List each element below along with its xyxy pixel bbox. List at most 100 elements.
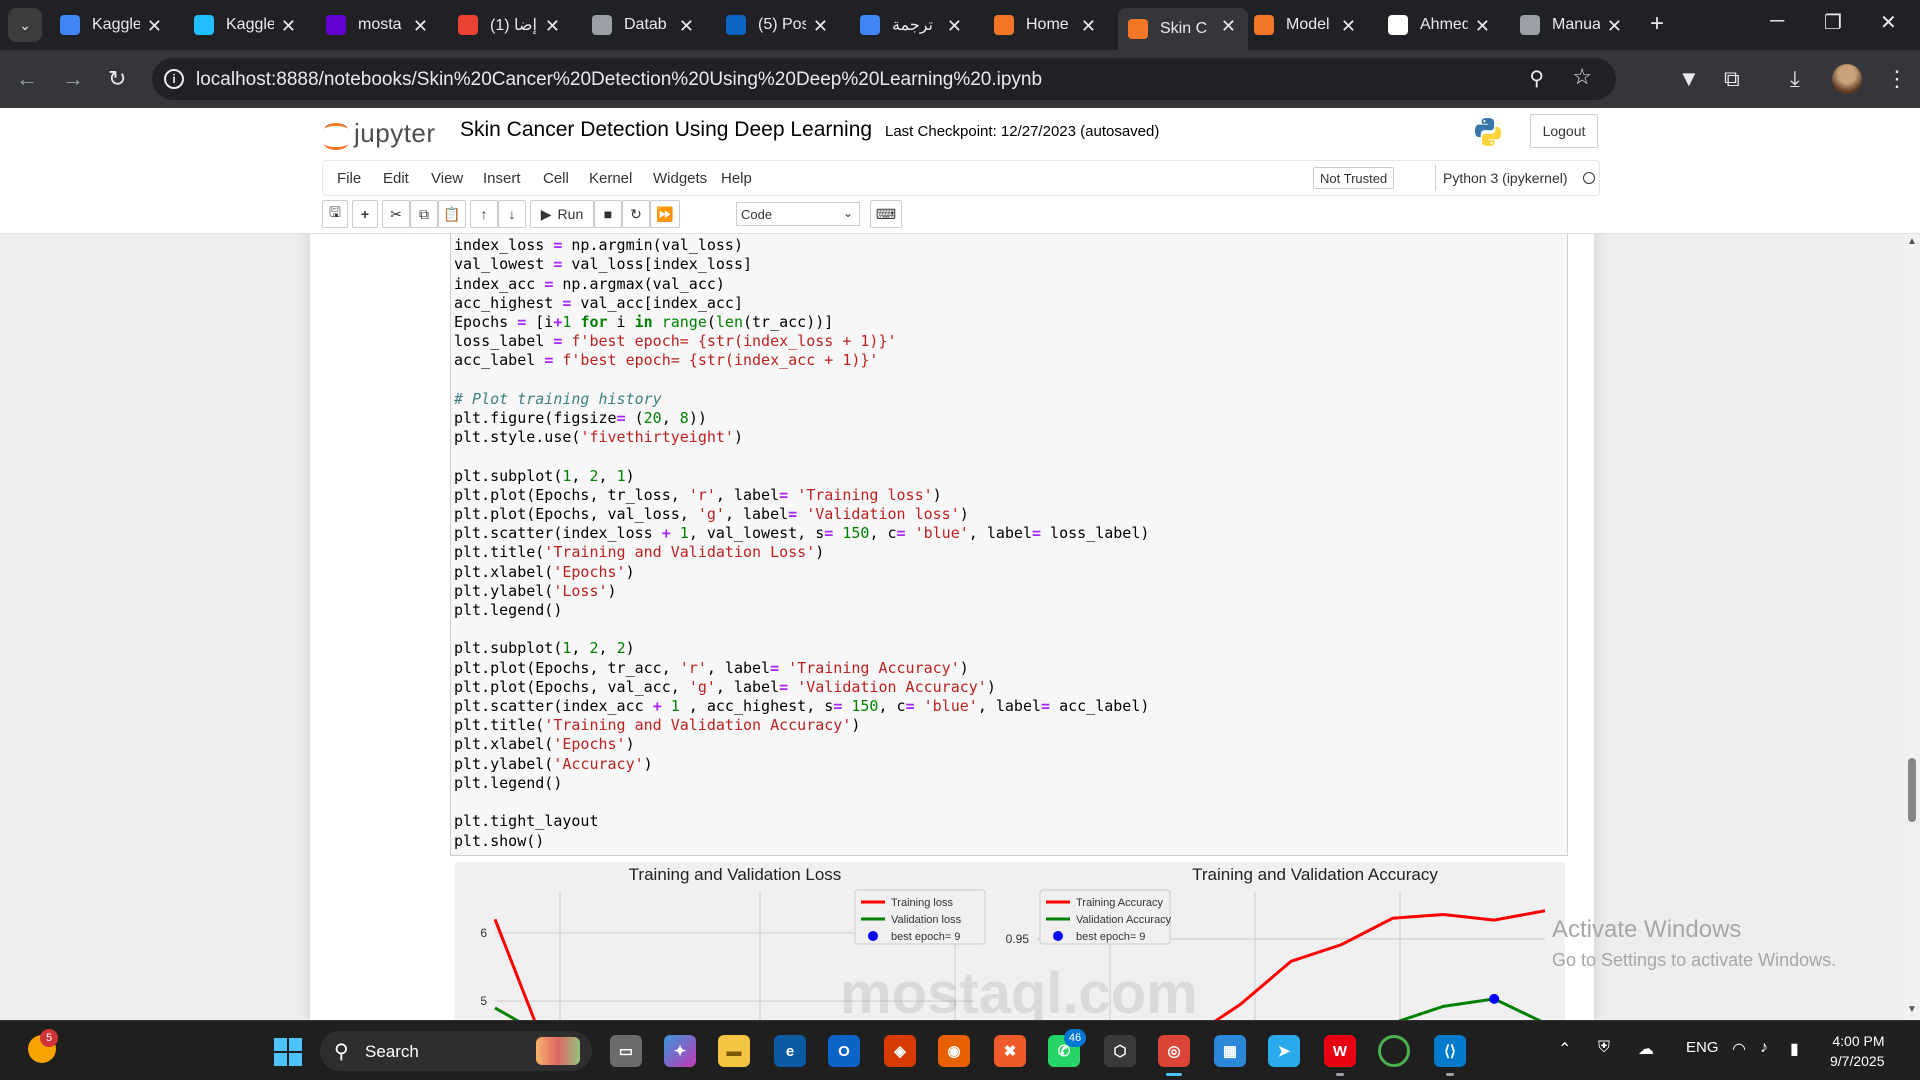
virtualbox-icon[interactable]: ⬡ — [1104, 1035, 1136, 1067]
paste-icon[interactable]: 📋 — [438, 200, 466, 228]
code-line[interactable]: plt.xlabel('Epochs') — [454, 735, 1149, 754]
code-line[interactable]: plt.legend() — [454, 601, 1149, 620]
telegram-icon[interactable]: ➤ — [1268, 1035, 1300, 1067]
show-hidden-icons[interactable]: ⌃ — [1558, 1039, 1571, 1059]
scroll-down-arrow-icon[interactable]: ▼ — [1907, 1004, 1917, 1015]
bookmark-star-icon[interactable]: ☆ — [1572, 64, 1592, 90]
code-line[interactable]: Epochs = [i+1 for i in range(len(tr_acc)… — [454, 313, 1149, 332]
start-button[interactable] — [274, 1038, 302, 1066]
tab-close-icon[interactable]: ✕ — [947, 16, 962, 37]
wps-office-icon[interactable]: W — [1324, 1035, 1356, 1076]
browser-tab[interactable]: Manua ✕ — [1510, 8, 1634, 42]
code-line[interactable]: plt.style.use('fivethirtyeight') — [454, 428, 1149, 447]
microsoft-store-icon[interactable]: ▦ — [1214, 1035, 1246, 1067]
outlook-icon[interactable]: O — [828, 1035, 860, 1067]
browser-tab[interactable]: (5) Pos ✕ — [716, 8, 840, 42]
code-line[interactable] — [454, 793, 1149, 812]
move-down-icon[interactable]: ↓ — [498, 200, 526, 228]
code-cell[interactable]: index_loss = np.argmin(val_loss) val_lowe… — [450, 234, 1568, 856]
code-editor[interactable]: index_loss = np.argmin(val_loss) val_lowe… — [454, 234, 1149, 851]
site-info-icon[interactable]: i — [164, 69, 184, 89]
menu-view[interactable]: View — [431, 170, 463, 187]
keyboard-shortcuts-icon[interactable]: ⌨ — [870, 200, 902, 228]
code-line[interactable]: acc_highest = val_acc[index_acc] — [454, 294, 1149, 313]
menu-file[interactable]: File — [337, 170, 361, 187]
code-line[interactable]: plt.subplot(1, 2, 1) — [454, 467, 1149, 486]
page-scrollbar[interactable]: ▲ ▼ — [1904, 234, 1920, 1020]
menu-kernel[interactable]: Kernel — [589, 170, 632, 187]
security-tray-icon[interactable]: ⛨ — [1598, 1039, 1610, 1057]
not-trusted-button[interactable]: Not Trusted — [1313, 167, 1395, 189]
scrollbar-thumb[interactable] — [1908, 758, 1916, 822]
wifi-icon[interactable]: ◠ — [1732, 1039, 1746, 1059]
restart-icon[interactable]: ↻ — [622, 200, 650, 228]
tab-close-icon[interactable]: ✕ — [1341, 16, 1356, 37]
close-window-button[interactable]: ✕ — [1880, 10, 1897, 35]
tab-close-icon[interactable]: ✕ — [679, 16, 694, 37]
microsoft-365-icon[interactable]: ◈ — [884, 1035, 916, 1067]
menu-insert[interactable]: Insert — [483, 170, 521, 187]
code-line[interactable]: plt.ylabel('Loss') — [454, 582, 1149, 601]
interrupt-icon[interactable]: ■ — [594, 200, 622, 228]
browser-tab[interactable]: Ahmed ✕ — [1378, 8, 1502, 42]
forward-button[interactable]: → — [62, 66, 84, 92]
reload-button[interactable]: ↻ — [108, 66, 126, 92]
language-indicator[interactable]: ENG — [1686, 1039, 1719, 1056]
code-line[interactable]: plt.plot(Epochs, val_loss, 'g', label= '… — [454, 505, 1149, 524]
firefox-icon[interactable]: ◉ — [938, 1035, 970, 1067]
browser-tab[interactable]: mosta ✕ — [316, 8, 440, 42]
restart-run-all-icon[interactable]: ⏩ — [650, 200, 680, 228]
tab-close-icon[interactable]: ✕ — [281, 16, 296, 37]
tab-close-icon[interactable]: ✕ — [1607, 16, 1622, 37]
code-line[interactable]: val_lowest = val_loss[index_loss] — [454, 255, 1149, 274]
browser-tab[interactable]: Home ✕ — [984, 8, 1108, 42]
tab-close-icon[interactable]: ✕ — [413, 16, 428, 37]
profile-avatar[interactable] — [1832, 64, 1862, 94]
kernel-name[interactable]: Python 3 (ipykernel) — [1443, 170, 1568, 186]
zoom-icon[interactable]: ⚲ — [1529, 66, 1544, 91]
browser-tab[interactable]: Kaggle ✕ — [184, 8, 308, 42]
notebook-title[interactable]: Skin Cancer Detection Using Deep Learnin… — [460, 118, 872, 142]
taskbar-search[interactable]: ⚲ Search — [320, 1031, 592, 1071]
code-line[interactable]: index_acc = np.argmax(val_acc) — [454, 275, 1149, 294]
new-tab-button[interactable]: + — [1650, 10, 1664, 38]
code-line[interactable]: plt.plot(Epochs, tr_acc, 'r', label= 'Tr… — [454, 659, 1149, 678]
cell-type-select[interactable]: Code ⌄ — [736, 202, 860, 226]
task-view-icon[interactable]: ▭ — [610, 1035, 642, 1067]
code-line[interactable]: plt.scatter(index_acc + 1 , acc_highest,… — [454, 697, 1149, 716]
vscode-icon[interactable]: ⟨⟩ — [1434, 1035, 1466, 1076]
extension-vee-icon[interactable]: ▼ — [1678, 66, 1700, 92]
menu-widgets[interactable]: Widgets — [653, 170, 707, 187]
code-line[interactable]: plt.xlabel('Epochs') — [454, 563, 1149, 582]
back-button[interactable]: ← — [16, 66, 38, 92]
tab-close-icon[interactable]: ✕ — [813, 16, 828, 37]
code-line[interactable]: plt.subplot(1, 2, 2) — [454, 639, 1149, 658]
notebook-scroll-area[interactable]: index_loss = np.argmin(val_loss) val_lowe… — [0, 234, 1904, 1020]
code-line[interactable]: loss_label = f'best epoch= {str(index_lo… — [454, 332, 1149, 351]
tab-close-icon[interactable]: ✕ — [147, 16, 162, 37]
code-line[interactable]: plt.title('Training and Validation Loss'… — [454, 543, 1149, 562]
insert-cell-button[interactable]: + — [352, 200, 378, 228]
code-line[interactable]: plt.title('Training and Validation Accur… — [454, 716, 1149, 735]
browser-tab[interactable]: Datab ✕ — [582, 8, 706, 42]
restore-button[interactable]: ❐ — [1824, 10, 1842, 35]
code-line[interactable]: plt.figure(figsize= (20, 8)) — [454, 409, 1149, 428]
menu-cell[interactable]: Cell — [543, 170, 569, 187]
code-line[interactable]: plt.scatter(index_loss + 1, val_lowest, … — [454, 524, 1149, 543]
code-line[interactable] — [454, 447, 1149, 466]
code-line[interactable]: plt.plot(Epochs, tr_loss, 'r', label= 'T… — [454, 486, 1149, 505]
url-text[interactable]: localhost:8888/notebooks/Skin%20Cancer%2… — [196, 69, 1042, 91]
browser-tab[interactable]: ترجمة ✕ — [850, 8, 974, 42]
save-button[interactable]: 🖫 — [322, 200, 348, 228]
cut-icon[interactable]: ✂ — [382, 200, 410, 228]
browser-tab[interactable]: Kaggle ✕ — [50, 8, 174, 42]
code-line[interactable]: acc_label = f'best epoch= {str(index_acc… — [454, 351, 1149, 370]
code-line[interactable]: plt.legend() — [454, 774, 1149, 793]
run-button[interactable]: ▶ Run — [530, 200, 594, 228]
code-line[interactable] — [454, 371, 1149, 390]
tab-close-icon[interactable]: ✕ — [1475, 16, 1490, 37]
menu-help[interactable]: Help — [721, 170, 752, 187]
onedrive-icon[interactable]: ☁ — [1638, 1039, 1654, 1059]
scroll-up-arrow-icon[interactable]: ▲ — [1907, 236, 1917, 247]
minimize-button[interactable]: ─ — [1770, 10, 1784, 33]
